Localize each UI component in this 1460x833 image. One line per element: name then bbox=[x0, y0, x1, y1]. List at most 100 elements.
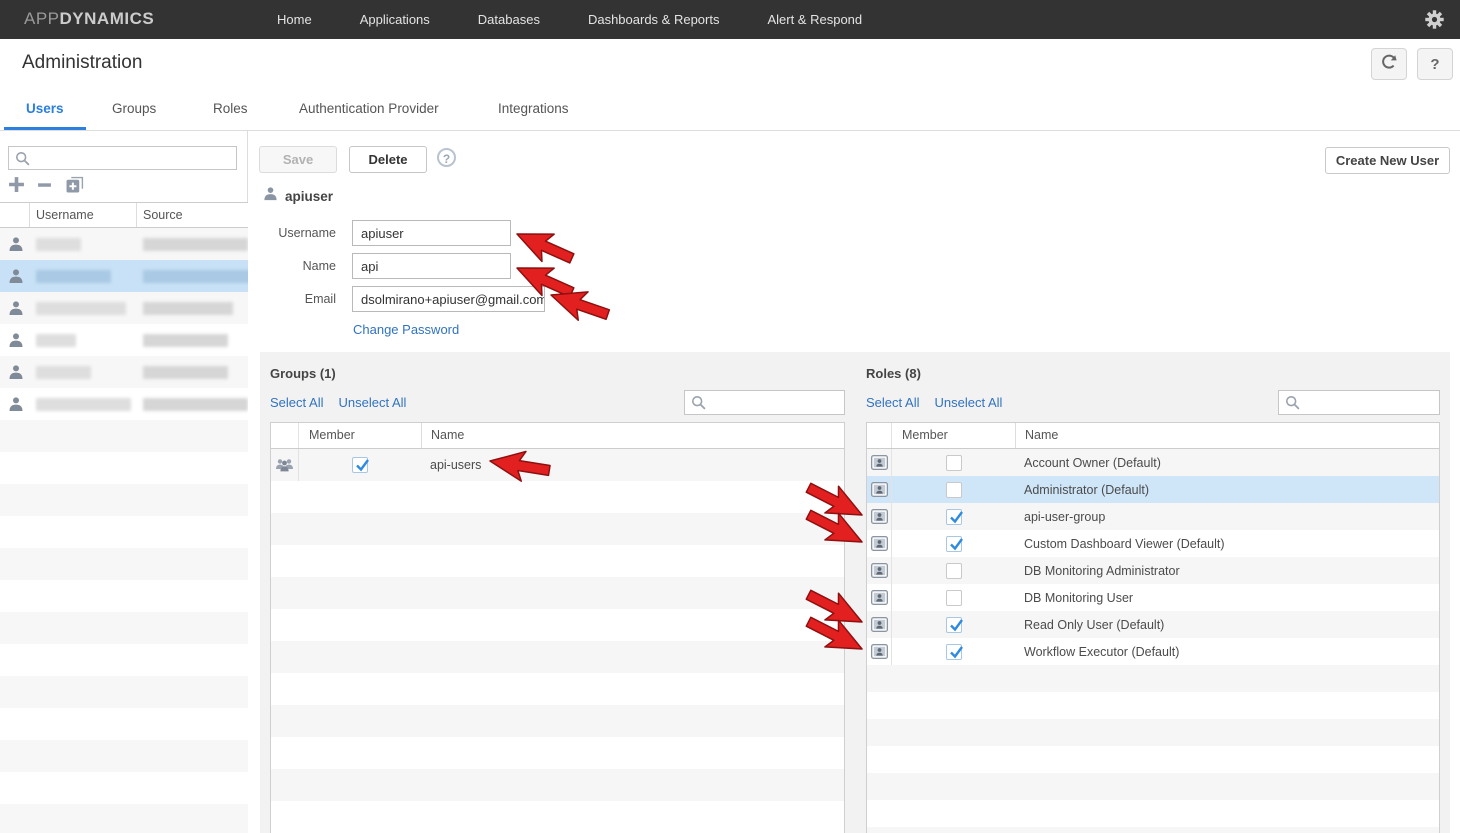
nav-item-applications[interactable]: Applications bbox=[360, 12, 430, 27]
tab-groups[interactable]: Groups bbox=[112, 101, 156, 116]
user-list-row[interactable] bbox=[0, 324, 248, 356]
role-member-checkbox[interactable] bbox=[946, 482, 962, 498]
tab-authentication-provider[interactable]: Authentication Provider bbox=[299, 101, 439, 116]
empty-row bbox=[271, 673, 844, 705]
group-icon-column bbox=[271, 423, 299, 448]
remove-user-icon[interactable] bbox=[37, 177, 52, 192]
role-icon-column bbox=[867, 423, 892, 448]
role-member-checkbox[interactable] bbox=[946, 509, 962, 525]
name-column-header[interactable]: Name bbox=[431, 428, 464, 442]
gear-icon[interactable] bbox=[1425, 10, 1444, 29]
search-icon bbox=[691, 395, 706, 410]
role-table-header: Member Name bbox=[867, 423, 1439, 449]
roles-select-all-link[interactable]: Select All bbox=[866, 395, 919, 410]
redacted-source bbox=[143, 334, 228, 347]
active-tab-indicator bbox=[4, 127, 86, 130]
empty-row bbox=[867, 719, 1439, 746]
empty-row bbox=[271, 705, 844, 737]
member-cell bbox=[299, 449, 421, 481]
role-row[interactable]: DB Monitoring User bbox=[867, 584, 1439, 611]
nav-item-alert-respond[interactable]: Alert & Respond bbox=[767, 12, 862, 27]
role-row[interactable]: Administrator (Default) bbox=[867, 476, 1439, 503]
add-user-icon[interactable] bbox=[8, 176, 25, 193]
empty-row bbox=[271, 737, 844, 769]
tab-integrations[interactable]: Integrations bbox=[498, 101, 569, 116]
user-list-row[interactable] bbox=[0, 228, 248, 260]
member-cell bbox=[892, 611, 1015, 638]
nav-item-databases[interactable]: Databases bbox=[478, 12, 540, 27]
role-row[interactable]: Workflow Executor (Default) bbox=[867, 638, 1439, 665]
role-member-checkbox[interactable] bbox=[946, 563, 962, 579]
groups-table: Member Name api-users bbox=[270, 422, 845, 833]
role-row[interactable]: DB Monitoring Administrator bbox=[867, 557, 1439, 584]
user-list-row[interactable] bbox=[0, 292, 248, 324]
tab-users[interactable]: Users bbox=[26, 101, 64, 116]
top-nav: APPDYNAMICS Home Applications Databases … bbox=[0, 0, 1460, 39]
user-avatar-icon bbox=[8, 236, 24, 257]
user-list-header: Username Source bbox=[0, 202, 248, 228]
sidebar-search-input[interactable] bbox=[33, 148, 232, 168]
role-member-checkbox[interactable] bbox=[946, 455, 962, 471]
username-column-header[interactable]: Username bbox=[36, 208, 94, 222]
groups-search-input[interactable] bbox=[709, 392, 840, 412]
roles-unselect-all-link[interactable]: Unselect All bbox=[934, 395, 1002, 410]
help-label: ? bbox=[1430, 56, 1439, 73]
role-row[interactable]: Read Only User (Default) bbox=[867, 611, 1439, 638]
delete-button[interactable]: Delete bbox=[349, 146, 427, 173]
create-new-user-button[interactable]: Create New User bbox=[1325, 147, 1450, 174]
name-field[interactable] bbox=[352, 253, 511, 279]
group-row[interactable]: api-users bbox=[271, 449, 844, 481]
redacted-username bbox=[36, 238, 81, 251]
role-badge-icon bbox=[867, 476, 892, 503]
empty-row bbox=[271, 577, 844, 609]
role-member-checkbox[interactable] bbox=[946, 644, 962, 660]
empty-row bbox=[0, 612, 248, 644]
empty-row bbox=[0, 516, 248, 548]
role-name: DB Monitoring User bbox=[1015, 584, 1439, 611]
role-badge-icon bbox=[867, 584, 892, 611]
user-list-row[interactable] bbox=[0, 356, 248, 388]
user-avatar-icon bbox=[8, 364, 24, 385]
role-row[interactable]: Account Owner (Default) bbox=[867, 449, 1439, 476]
user-list-row[interactable] bbox=[0, 388, 248, 420]
groups-unselect-all-link[interactable]: Unselect All bbox=[338, 395, 406, 410]
search-icon bbox=[1285, 395, 1300, 410]
role-row[interactable]: api-user-group bbox=[867, 503, 1439, 530]
duplicate-user-icon[interactable] bbox=[66, 176, 84, 193]
role-member-checkbox[interactable] bbox=[946, 617, 962, 633]
source-column-header[interactable]: Source bbox=[143, 208, 183, 222]
appdynamics-logo[interactable]: APPDYNAMICS bbox=[24, 9, 154, 29]
group-member-checkbox[interactable] bbox=[352, 457, 368, 473]
name-column-header[interactable]: Name bbox=[1025, 428, 1058, 442]
role-row[interactable]: Custom Dashboard Viewer (Default) bbox=[867, 530, 1439, 557]
role-name: Custom Dashboard Viewer (Default) bbox=[1015, 530, 1439, 557]
redacted-username bbox=[36, 302, 126, 315]
member-column-header[interactable]: Member bbox=[309, 428, 355, 442]
refresh-button[interactable] bbox=[1371, 48, 1407, 80]
role-member-checkbox[interactable] bbox=[946, 590, 962, 606]
member-cell bbox=[892, 476, 1015, 503]
help-button[interactable]: ? bbox=[1417, 48, 1453, 80]
empty-row bbox=[867, 773, 1439, 800]
role-badge-icon bbox=[867, 530, 892, 557]
empty-row bbox=[0, 452, 248, 484]
username-field[interactable] bbox=[352, 220, 511, 246]
groups-select-all-link[interactable]: Select All bbox=[270, 395, 323, 410]
empty-row bbox=[0, 484, 248, 516]
context-help-icon[interactable]: ? bbox=[437, 148, 456, 167]
member-column-header[interactable]: Member bbox=[902, 428, 948, 442]
user-list-row[interactable] bbox=[0, 260, 248, 292]
tab-roles[interactable]: Roles bbox=[213, 101, 248, 116]
sidebar-search[interactable] bbox=[8, 146, 237, 170]
nav-item-home[interactable]: Home bbox=[277, 12, 312, 27]
empty-row bbox=[271, 769, 844, 801]
nav-item-dashboards-reports[interactable]: Dashboards & Reports bbox=[588, 12, 720, 27]
email-field[interactable] bbox=[352, 286, 545, 312]
change-password-link[interactable]: Change Password bbox=[353, 322, 459, 337]
save-button[interactable]: Save bbox=[259, 146, 337, 173]
groups-search[interactable] bbox=[684, 390, 845, 415]
role-member-checkbox[interactable] bbox=[946, 536, 962, 552]
roles-search[interactable] bbox=[1278, 390, 1440, 415]
roles-search-input[interactable] bbox=[1303, 392, 1435, 412]
column-divider bbox=[1015, 423, 1016, 448]
